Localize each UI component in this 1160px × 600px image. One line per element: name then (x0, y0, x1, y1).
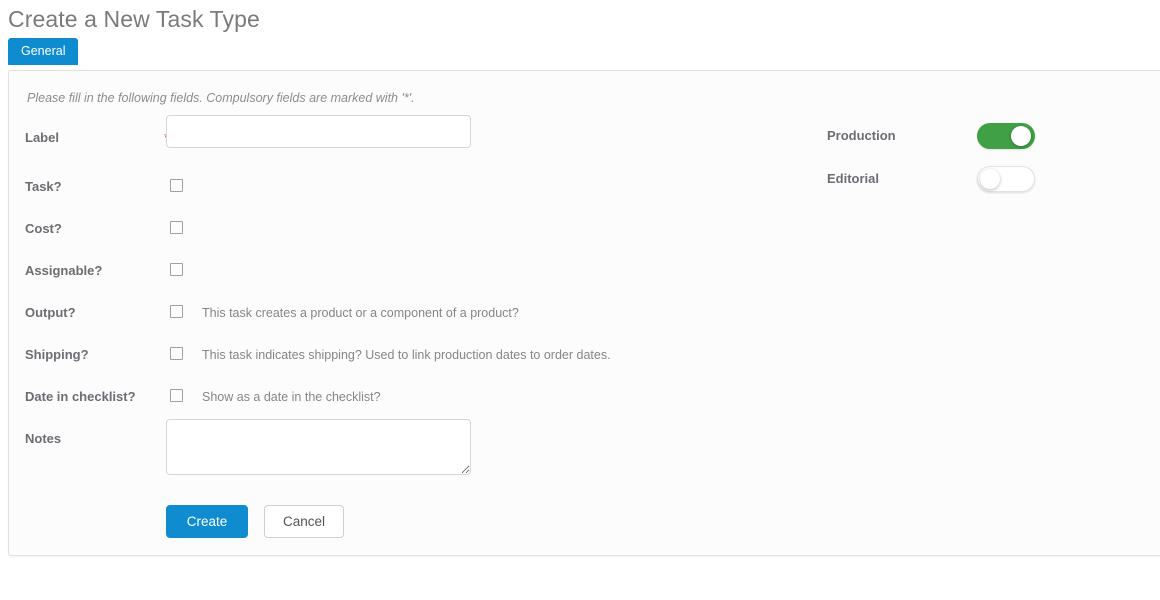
label-input[interactable] (166, 115, 471, 148)
toggle-knob-icon (1011, 126, 1031, 146)
checkbox-task[interactable] (170, 179, 183, 192)
notes-textarea[interactable] (166, 419, 471, 475)
field-label-assignable: Assignable? (25, 263, 103, 278)
toggle-editorial[interactable] (977, 166, 1035, 192)
field-row-assignable: Assignable? (9, 261, 709, 281)
form-hint: Please fill in the following fields. Com… (27, 91, 415, 105)
create-button[interactable]: Create (166, 505, 248, 538)
toggle-knob-icon (980, 169, 1000, 189)
toggle-row-editorial: Editorial (819, 166, 1049, 192)
field-row-shipping: Shipping? This task indicates shipping? … (9, 345, 709, 365)
page-title: Create a New Task Type (8, 6, 260, 32)
field-label-label: Label (25, 130, 59, 145)
field-label-date-in-checklist: Date in checklist? (25, 389, 136, 404)
tab-general[interactable]: General (8, 38, 79, 65)
field-row-task: Task? (9, 177, 709, 197)
checkbox-date-in-checklist[interactable] (170, 389, 183, 402)
field-row-output: Output? This task creates a product or a… (9, 303, 709, 323)
checkbox-output[interactable] (170, 305, 183, 318)
field-description-output: This task creates a product or a compone… (202, 306, 519, 320)
field-label-notes: Notes (25, 431, 62, 446)
field-description-date-in-checklist: Show as a date in the checklist? (202, 390, 381, 404)
field-description-shipping: This task indicates shipping? Used to li… (202, 348, 611, 362)
cancel-button[interactable]: Cancel (264, 505, 344, 538)
field-row-date-in-checklist: Date in checklist? Show as a date in the… (9, 387, 709, 407)
field-label-cost: Cost? (25, 221, 62, 236)
form-panel: Please fill in the following fields. Com… (8, 70, 1160, 556)
checkbox-cost[interactable] (170, 221, 183, 234)
field-label-task: Task? (25, 179, 62, 194)
field-label-shipping: Shipping? (25, 347, 89, 362)
tab-bar: General (8, 38, 79, 66)
toggle-label-production: Production (827, 128, 896, 143)
checkbox-assignable[interactable] (170, 263, 183, 276)
field-row-cost: Cost? (9, 219, 709, 239)
field-label-output: Output? (25, 305, 76, 320)
checkbox-shipping[interactable] (170, 347, 183, 360)
toggle-row-production: Production (819, 123, 1049, 149)
toggle-production[interactable] (977, 123, 1035, 149)
toggle-label-editorial: Editorial (827, 171, 880, 186)
